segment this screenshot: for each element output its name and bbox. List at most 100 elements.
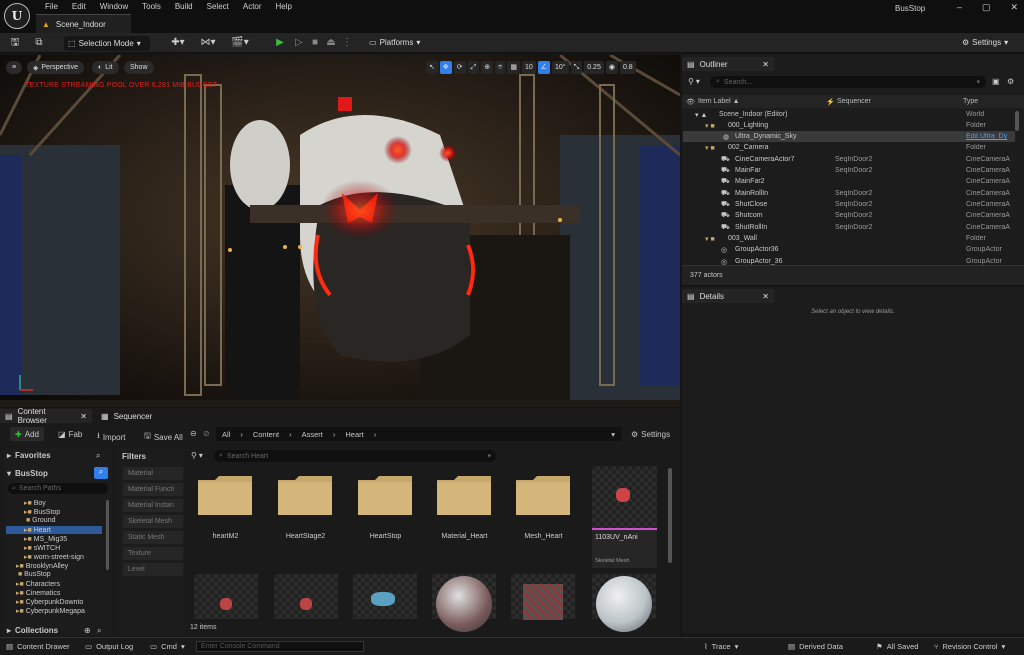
output-log-button[interactable]: ▭ Output Log <box>85 642 133 651</box>
add-button[interactable]: ✚ Add <box>10 427 44 441</box>
level-tab[interactable]: ▲ Scene_Indoor <box>36 14 131 33</box>
rotation-snap-value[interactable]: 10° <box>552 61 569 74</box>
sequencer-tab[interactable]: ▦ Sequencer <box>96 409 157 423</box>
camera-speed-icon[interactable]: ◉ <box>605 61 618 74</box>
minimize-icon[interactable]: – <box>957 2 962 13</box>
camera-speed-value[interactable]: 0.8 <box>619 61 636 74</box>
tree-item-selected[interactable]: ▸■ Heart <box>6 526 102 534</box>
filter-skeletal-mesh[interactable]: Skeletal Mesh <box>123 515 183 528</box>
fab-button[interactable]: ◪ Fab <box>58 430 82 439</box>
content-drawer-button[interactable]: ▤ Content Drawer <box>6 642 70 651</box>
tree-item[interactable]: ▸■ CyberpunkMegapa <box>16 607 85 615</box>
tree-item[interactable]: ▸■ Characters <box>16 580 60 588</box>
search-paths-input[interactable]: ⌕ Search Paths <box>8 483 108 494</box>
play-options-icon[interactable]: ▷ <box>292 36 306 50</box>
trace-dropdown[interactable]: ⌇ Trace ▾ <box>704 642 738 651</box>
outliner-row[interactable]: ◎ GroupActor36 GroupActor <box>683 244 1015 255</box>
search-icon[interactable]: ⌕ <box>97 626 101 636</box>
close-tab-icon[interactable]: ✕ <box>80 412 87 421</box>
eject-icon[interactable]: ⏏ <box>324 36 338 50</box>
surface-snap-icon[interactable]: ⌾ <box>495 61 506 74</box>
selection-mode-dropdown[interactable]: ⬚ Selection Mode ▾ <box>64 36 150 51</box>
menu-file[interactable]: File <box>38 2 65 12</box>
console-command-input[interactable]: Enter Console Command <box>196 641 364 652</box>
details-tab[interactable]: ▤ Details ✕ <box>682 289 774 303</box>
maximize-icon[interactable]: ▢ <box>982 2 991 13</box>
breadcrumb-content[interactable]: Content <box>253 430 279 439</box>
lit-button[interactable]: ◐ Lit <box>92 61 119 74</box>
translate-tool-icon[interactable]: ✥ <box>439 61 452 74</box>
outliner-row[interactable]: ⛟ MainRollIn SeqInDoor2 CineCameraA <box>683 188 1015 199</box>
revision-control-dropdown[interactable]: ⑂ Revision Control ▾ <box>934 642 1005 651</box>
world-local-icon[interactable]: ⊕ <box>481 61 494 74</box>
asset-label[interactable]: HeartStage2 <box>268 533 343 540</box>
menu-tools[interactable]: Tools <box>135 2 168 12</box>
folder-icon[interactable] <box>357 474 413 516</box>
tree-item[interactable]: ▸■ MS_Mig35 <box>24 535 67 543</box>
asset-label[interactable]: HeartStop <box>348 533 423 540</box>
show-button[interactable]: Show <box>124 61 154 74</box>
tree-item[interactable]: ■ BusStop <box>16 571 51 578</box>
settings-dropdown[interactable]: ⚙ Settings ▾ <box>962 38 1008 47</box>
outliner-tab[interactable]: ▤ Outliner ✕ <box>682 57 774 71</box>
tree-item[interactable]: ▸■ sWITCH <box>24 544 60 552</box>
close-icon[interactable]: ✕ <box>1010 2 1018 13</box>
header-sequencer[interactable]: Sequencer <box>837 98 871 105</box>
platforms-dropdown[interactable]: ▭ Platforms ▾ <box>369 38 420 47</box>
menu-select[interactable]: Select <box>200 2 236 12</box>
outliner-row[interactable]: ◎ GroupActor_36 GroupActor <box>683 256 1015 267</box>
tree-item[interactable]: ▸■ BrooklynAlley <box>16 562 68 570</box>
asset-label[interactable]: Mesh_Heart <box>506 533 581 540</box>
tree-scrollbar[interactable] <box>106 500 109 570</box>
header-item-label[interactable]: Item Label ▲ <box>698 98 740 105</box>
forward-arrow-icon[interactable]: ⊘ <box>203 429 210 438</box>
cb-settings-button[interactable]: ⚙ Settings <box>631 430 670 439</box>
outliner-row[interactable]: ▾ ■ 000_Lighting Folder <box>683 120 1015 131</box>
asset-thumbnail[interactable] <box>432 574 496 632</box>
unreal-logo-icon[interactable]: U <box>4 3 30 29</box>
folder-icon[interactable] <box>197 474 253 516</box>
tree-item[interactable]: ▸■ worn-street-sign <box>24 553 84 561</box>
outliner-row[interactable]: ⛟ ShutRollIn SeqInDoor2 CineCameraA <box>683 222 1015 233</box>
filter-static-mesh[interactable]: Static Mesh <box>123 531 183 544</box>
stop-icon[interactable]: ■ <box>308 36 322 50</box>
rotation-snap-icon[interactable]: ∠ <box>537 61 551 74</box>
grid-snap-icon[interactable]: ▦ <box>507 61 520 74</box>
filter-level[interactable]: Level <box>123 563 183 576</box>
back-arrow-icon[interactable]: ⊖ <box>190 429 197 438</box>
visibility-icon[interactable]: 👁 <box>686 98 695 106</box>
outliner-row[interactable]: ⛟ CineCameraActor7 SeqInDoor2 CineCameraA <box>683 154 1015 165</box>
tree-item[interactable]: ▸■ BusStop <box>24 508 60 516</box>
outliner-row[interactable]: ⛟ ShutClose SeqInDoor2 CineCameraA <box>683 199 1015 210</box>
header-type[interactable]: Type <box>963 98 978 105</box>
outliner-row[interactable]: ◍ Ultra_Dynamic_Sky Edit Ultra_Dy <box>683 131 1015 143</box>
play-icon[interactable]: ▶ <box>273 36 287 50</box>
collections-header[interactable]: ▸ Collections <box>7 626 58 635</box>
asset-thumbnail[interactable] <box>194 574 258 619</box>
outliner-row[interactable]: ⛟ MainFar2 CineCameraA <box>683 176 1015 187</box>
favorites-header[interactable]: ▸ Favorites <box>7 451 51 460</box>
close-tab-icon[interactable]: ✕ <box>762 60 769 69</box>
more-options-icon[interactable]: ⋮ <box>340 36 354 50</box>
cinematics-icon[interactable]: 🎬▾ <box>230 36 250 50</box>
menu-build[interactable]: Build <box>168 2 200 12</box>
tree-item[interactable]: ▸■ CyberpunkDownto <box>16 598 83 606</box>
tree-item[interactable]: ■ Ground <box>24 517 56 524</box>
asset-filter-button[interactable]: ⚲ ▾ <box>191 451 203 460</box>
import-button[interactable]: ⭳ Import <box>97 430 125 444</box>
all-saved-button[interactable]: ⚑ All Saved <box>876 642 918 651</box>
asset-scrollbar[interactable] <box>668 468 672 563</box>
search-icon[interactable]: ⌕ <box>96 451 100 461</box>
outliner-filter-button[interactable]: ⚲ ▾ <box>688 77 700 86</box>
asset-label[interactable]: Material_Heart <box>427 533 502 540</box>
breadcrumb-assert[interactable]: Assert <box>302 430 323 439</box>
folder-icon[interactable] <box>277 474 333 516</box>
save-icon[interactable]: 🖫 <box>8 36 22 50</box>
edit-link[interactable]: Edit Ultra_Dy <box>966 133 1014 140</box>
add-folder-icon[interactable]: ▣ <box>992 77 1000 86</box>
content-browser-tab[interactable]: ▤ Content Browser ✕ <box>0 407 92 425</box>
select-tool-icon[interactable]: ↖ <box>426 61 438 74</box>
level-viewport[interactable]: ≡ ◈ Perspective ◐ Lit Show ↖ ✥ ⟳ ⤢ ⊕ ⌾ ▦… <box>0 55 680 407</box>
filter-material[interactable]: Material <box>123 467 183 480</box>
add-actor-icon[interactable]: ✚▾ <box>168 36 188 50</box>
